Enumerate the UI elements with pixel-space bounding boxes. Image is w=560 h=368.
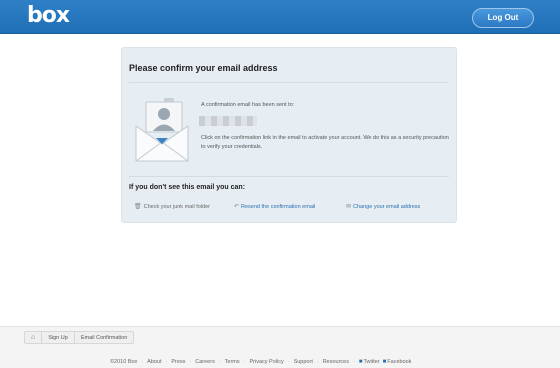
check-junk-folder-action: 🗑 Check your junk mail folder <box>134 203 210 211</box>
footer-link-careers[interactable]: Careers <box>195 359 215 365</box>
footer-link-twitter[interactable]: Twitter <box>363 359 379 365</box>
instructions-text: Click on the confirmation link in the em… <box>201 135 449 150</box>
breadcrumb-home[interactable]: ⌂ <box>25 332 43 343</box>
box-logo[interactable]: box <box>27 3 70 28</box>
footer-link-privacy-policy[interactable]: Privacy Policy <box>250 359 284 365</box>
breadcrumb-item-sign-up[interactable]: Sign Up <box>42 332 75 343</box>
reply-arrow-icon: ↶ <box>234 204 240 210</box>
footer-links: ©2010 Box · About · Press · Careers · Te… <box>110 359 412 365</box>
footer-link-press[interactable]: Press <box>171 359 185 365</box>
divider <box>129 82 449 83</box>
mail-icon: ✉ <box>346 204 352 210</box>
breadcrumb: ⌂ Sign Up Email Confirmation <box>24 331 135 344</box>
footer-link-resources[interactable]: Resources <box>323 359 349 365</box>
breadcrumb-item-email-confirmation: Email Confirmation <box>80 334 128 341</box>
sent-to-text: A confirmation email has been sent to: <box>201 102 295 108</box>
change-email-link[interactable]: ✉ Change your email address <box>346 203 420 211</box>
options-heading: If you don't see this email you can: <box>129 184 246 191</box>
resend-confirmation-link[interactable]: ↶ Resend the confirmation email <box>234 203 315 211</box>
footer-link-about[interactable]: About <box>147 359 161 365</box>
home-icon[interactable]: ⌂ <box>31 334 35 341</box>
footer-link-facebook[interactable]: Facebook <box>387 359 411 365</box>
log-out-button[interactable]: Log Out <box>472 8 534 28</box>
confirm-email-panel: Please confirm your email address A conf… <box>121 47 457 223</box>
footer-link-terms[interactable]: Terms <box>225 359 240 365</box>
copyright-text: ©2010 Box <box>110 359 138 365</box>
panel-title: Please confirm your email address <box>129 63 278 73</box>
top-header: box Log Out <box>0 0 560 34</box>
footer-link-support[interactable]: Support <box>294 359 313 365</box>
envelope-avatar-icon <box>134 98 190 164</box>
trash-icon: 🗑 <box>134 204 142 210</box>
twitter-icon: ■ <box>358 359 363 365</box>
facebook-icon: ■ <box>382 359 387 365</box>
divider <box>129 176 449 177</box>
redacted-email-address <box>199 116 257 126</box>
